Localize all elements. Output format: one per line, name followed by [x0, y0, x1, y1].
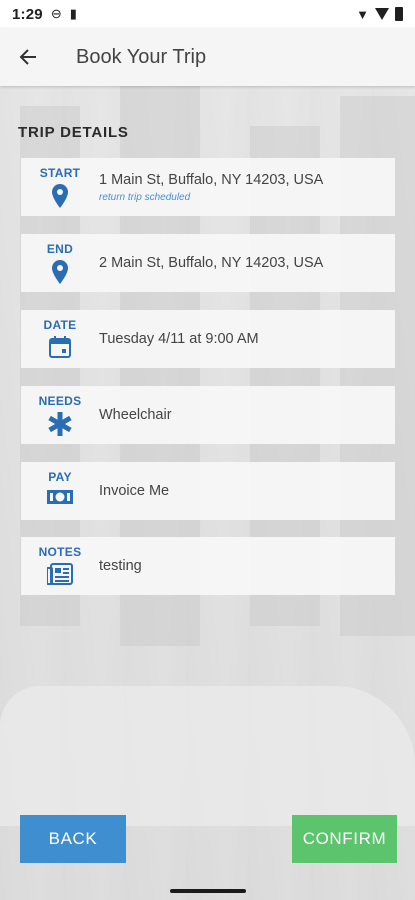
confirm-button[interactable]: CONFIRM: [292, 815, 397, 863]
return-trip-note: return trip scheduled: [99, 191, 191, 203]
medical-star-icon: [48, 412, 72, 441]
back-arrow-icon[interactable]: [0, 28, 56, 86]
map-pin-icon: [52, 260, 68, 289]
detail-value: 1 Main St, Buffalo, NY 14203, USA: [99, 171, 324, 188]
sim-icon: ⊖: [50, 6, 62, 21]
money-icon: [47, 488, 73, 511]
home-indicator[interactable]: [170, 889, 246, 893]
detail-label: PAY: [48, 470, 72, 484]
status-time: 1:29: [12, 5, 43, 23]
signal-icon: [375, 8, 389, 20]
section-title: TRIP DETAILS: [18, 124, 129, 141]
detail-value: Invoice Me: [99, 483, 170, 499]
notes-icon: [46, 563, 73, 590]
detail-value: Wheelchair: [99, 407, 172, 423]
wifi-icon: ▼: [356, 6, 369, 22]
trip-detail-date[interactable]: DATE Tuesday 4/11 at 9:00 AM: [21, 310, 395, 368]
page-title: Book Your Trip: [76, 45, 207, 68]
detail-label: NEEDS: [38, 394, 82, 408]
trip-detail-pay[interactable]: PAY Invoice Me: [21, 462, 395, 520]
map-pin-icon: [52, 184, 68, 213]
detail-label: NOTES: [38, 545, 82, 559]
calendar-icon: [49, 336, 71, 363]
detail-value: 2 Main St, Buffalo, NY 14203, USA: [99, 255, 324, 271]
sd-card-icon: ▮: [69, 6, 77, 21]
trip-detail-notes[interactable]: NOTES testing: [21, 537, 395, 595]
trip-detail-needs[interactable]: NEEDS Wheelchair: [21, 386, 395, 444]
detail-label: DATE: [43, 318, 77, 332]
trip-detail-start[interactable]: START 1 Main St, Buffalo, NY 14203, USA …: [21, 158, 395, 216]
detail-label: START: [39, 166, 81, 180]
detail-value: testing: [99, 558, 142, 574]
app-bar: Book Your Trip: [0, 28, 415, 86]
trip-detail-end[interactable]: END 2 Main St, Buffalo, NY 14203, USA: [21, 234, 395, 292]
detail-label: END: [46, 242, 74, 256]
back-button[interactable]: BACK: [20, 815, 126, 863]
battery-icon: [395, 7, 403, 21]
detail-value: Tuesday 4/11 at 9:00 AM: [99, 331, 259, 347]
status-bar: 1:29 ⊖ ▮ ▼: [0, 0, 415, 28]
